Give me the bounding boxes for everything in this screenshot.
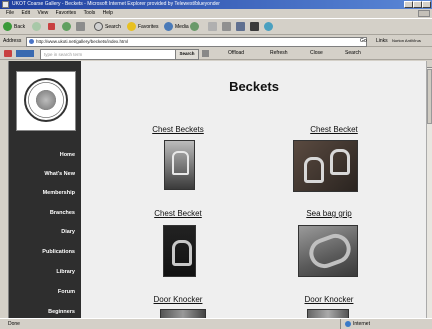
ie-icon — [2, 1, 9, 8]
vertical-scrollbar[interactable] — [426, 61, 432, 318]
options-icon[interactable] — [202, 50, 209, 57]
search-link[interactable]: Search — [345, 47, 361, 60]
history-icon — [190, 22, 199, 32]
refresh-button[interactable] — [62, 22, 73, 33]
nav-library[interactable]: Library — [56, 269, 75, 275]
rope-becket-icon — [172, 151, 189, 175]
search-toolbar: type in search term Search Offload Refre… — [0, 47, 432, 60]
logo-emblem-icon — [24, 78, 68, 122]
stop-icon — [48, 23, 55, 31]
close-button[interactable] — [422, 1, 431, 8]
nav-whats-new[interactable]: What's New — [44, 171, 75, 177]
nav-membership[interactable]: Membership — [43, 190, 75, 196]
browser-viewport: Home What's New Membership Branches Diar… — [8, 61, 426, 318]
menu-favorites[interactable]: Favorites — [56, 9, 77, 18]
gallery-label[interactable]: Door Knocker — [279, 295, 379, 304]
home-icon — [76, 22, 85, 32]
print-button[interactable] — [222, 22, 233, 33]
print-icon — [222, 22, 231, 32]
rope-becket-icon — [172, 240, 192, 266]
search-input[interactable]: type in search term — [40, 49, 177, 60]
page-icon — [29, 39, 34, 44]
nav-home[interactable]: Home — [60, 152, 75, 158]
rope-becket-icon — [304, 157, 324, 183]
rope-becket-icon — [330, 149, 350, 175]
page-title: Beckets — [229, 79, 279, 94]
discuss-icon — [264, 22, 273, 32]
edit-icon — [236, 22, 245, 32]
back-button[interactable]: Back — [3, 22, 25, 33]
nav-publications[interactable]: Publications — [42, 249, 75, 255]
address-url: http://www.ukoti.net/gallery/beckets/ind… — [36, 39, 129, 44]
menu-help[interactable]: Help — [103, 9, 113, 18]
site-sidebar: Home What's New Membership Branches Diar… — [9, 61, 81, 318]
search-button[interactable]: Search — [94, 22, 121, 33]
window-title: UKOT Coarse Gallery - Beckets - Microsof… — [12, 1, 220, 7]
gallery-thumbnail[interactable] — [163, 225, 196, 277]
address-bar: Address http://www.ukoti.net/gallery/bec… — [0, 35, 432, 47]
norton-antivirus-button[interactable]: Norton AntiVirus — [392, 35, 421, 47]
star-icon — [127, 22, 136, 32]
gallery-thumbnail[interactable] — [307, 309, 349, 318]
menu-file[interactable]: File — [6, 9, 14, 18]
nav-forum[interactable]: Forum — [58, 289, 75, 295]
gallery-label[interactable]: Chest Becket — [284, 125, 384, 134]
menu-tools[interactable]: Tools — [84, 9, 96, 18]
messenger-icon — [250, 22, 259, 32]
edit-button[interactable] — [236, 22, 247, 33]
media-icon — [164, 22, 173, 32]
back-arrow-icon — [3, 22, 12, 32]
search-submit-button[interactable]: Search — [175, 49, 199, 60]
gallery-label[interactable]: Sea bag grip — [279, 209, 379, 218]
go-button[interactable]: Go — [360, 35, 367, 47]
forward-button[interactable] — [32, 22, 43, 33]
toolbar-logo-icon — [4, 50, 12, 57]
favorites-button[interactable]: Favorites — [127, 22, 159, 33]
address-label: Address — [3, 38, 22, 44]
close-link[interactable]: Close — [310, 47, 323, 60]
gallery-label[interactable]: Chest Beckets — [128, 125, 228, 134]
club-logo[interactable] — [16, 71, 76, 131]
gallery-thumbnail[interactable] — [293, 140, 358, 192]
sea-bag-grip-icon — [305, 229, 355, 273]
nav-diary[interactable]: Diary — [61, 229, 75, 235]
maximize-button[interactable] — [413, 1, 422, 8]
mail-button[interactable] — [208, 22, 219, 33]
status-bar: Done Internet — [0, 318, 432, 329]
stop-button[interactable] — [48, 22, 57, 33]
links-button[interactable]: Links — [376, 35, 388, 47]
nav-branches[interactable]: Branches — [50, 210, 75, 216]
mail-icon — [208, 22, 217, 32]
yahoo-icon — [16, 50, 34, 57]
menu-view[interactable]: View — [37, 9, 48, 18]
nav-beginners[interactable]: Beginners — [48, 309, 75, 315]
media-button[interactable]: Media — [164, 22, 189, 33]
forward-arrow-icon — [32, 22, 41, 32]
gallery-label[interactable]: Door Knocker — [128, 295, 228, 304]
main-content: Beckets Chest Beckets Chest Becket Chest… — [81, 61, 426, 318]
standard-toolbar: Back Search Favorites Media — [0, 18, 432, 35]
title-bar: UKOT Coarse Gallery - Beckets - Microsof… — [0, 0, 432, 9]
offload-button[interactable]: Offload — [228, 47, 244, 60]
messenger-button[interactable] — [250, 22, 261, 33]
refresh-link[interactable]: Refresh — [270, 47, 288, 60]
home-button[interactable] — [76, 22, 87, 33]
refresh-icon — [62, 22, 71, 32]
history-button[interactable] — [190, 22, 201, 33]
address-input[interactable]: http://www.ukoti.net/gallery/beckets/ind… — [26, 37, 367, 47]
scroll-thumb[interactable] — [427, 69, 432, 124]
menu-edit[interactable]: Edit — [21, 9, 30, 18]
windows-logo-icon — [418, 10, 430, 17]
gallery-thumbnail[interactable] — [164, 140, 195, 190]
minimize-button[interactable] — [404, 1, 413, 8]
gallery-label[interactable]: Chest Becket — [128, 209, 228, 218]
discuss-button[interactable] — [264, 22, 275, 33]
search-icon — [94, 22, 103, 32]
globe-icon — [345, 320, 351, 327]
scroll-up-icon[interactable] — [427, 61, 432, 68]
gallery-thumbnail[interactable] — [160, 309, 206, 318]
gallery-thumbnail[interactable] — [298, 225, 358, 277]
menu-bar: File Edit View Favorites Tools Help — [0, 9, 432, 18]
